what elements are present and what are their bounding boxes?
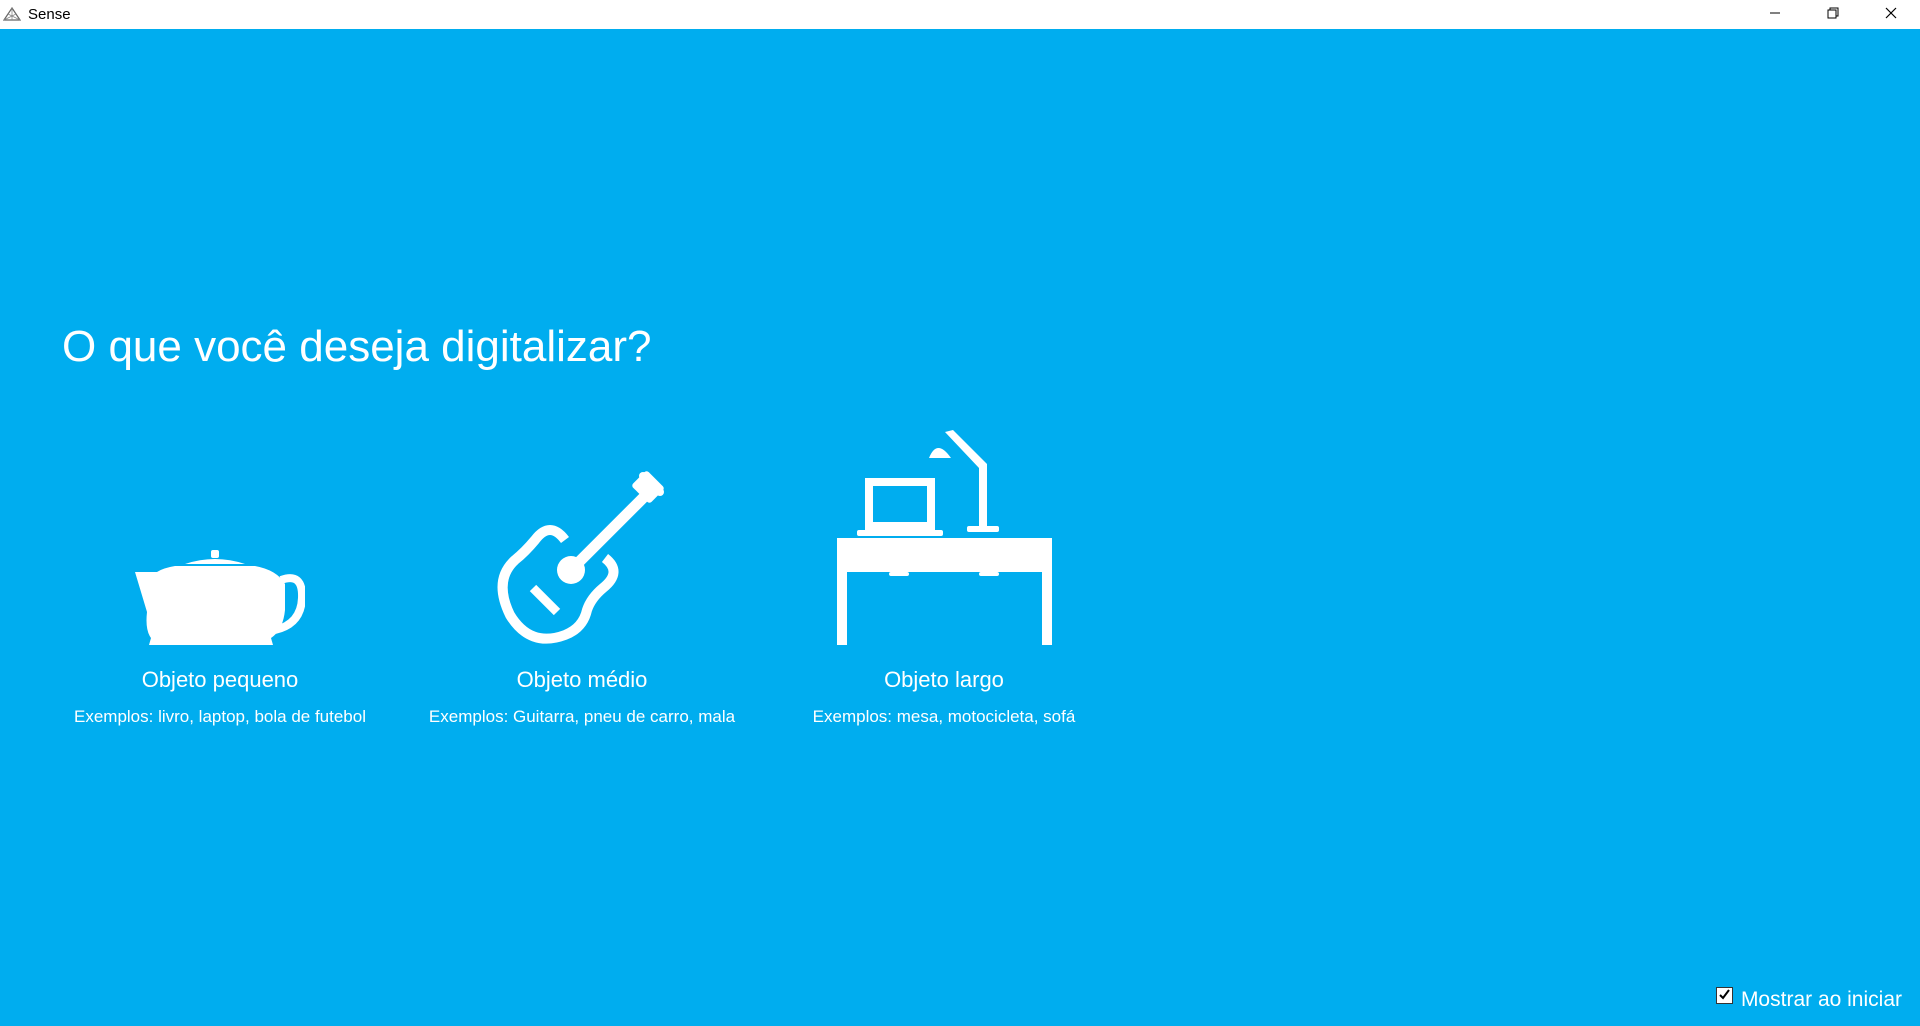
small-object-option[interactable]: Objeto pequeno Exemplos: livro, laptop, … <box>60 430 380 727</box>
page-title: O que você deseja digitalizar? <box>62 322 652 371</box>
option-label: Objeto médio <box>516 667 648 692</box>
close-icon <box>1885 6 1897 24</box>
guitar-icon <box>495 430 670 645</box>
large-object-option[interactable]: Objeto largo Exemplos: mesa, motocicleta… <box>784 430 1104 727</box>
sense-app-icon <box>2 5 22 25</box>
desk-icon <box>836 430 1052 645</box>
checkmark-icon <box>1718 983 1731 1007</box>
restore-icon <box>1827 6 1839 24</box>
minimize-icon <box>1769 6 1781 24</box>
medium-object-option[interactable]: Objeto médio Exemplos: Guitarra, pneu de… <box>422 430 742 727</box>
option-examples: Exemplos: Guitarra, pneu de carro, mala <box>428 707 736 726</box>
window-title: Sense <box>28 6 71 23</box>
option-label: Objeto largo <box>884 667 1004 692</box>
show-on-start-toggle[interactable]: Mostrar ao iniciar <box>1715 986 1902 1012</box>
app-window: Sense O que você deseja digitalizar? Obj… <box>0 0 1920 1026</box>
show-on-start-checkbox[interactable] <box>1715 986 1733 1004</box>
minimize-button[interactable] <box>1746 0 1804 29</box>
option-examples: Exemplos: livro, laptop, bola de futebol <box>73 707 366 726</box>
option-label: Objeto pequeno <box>141 667 299 692</box>
restore-button[interactable] <box>1804 0 1862 29</box>
teapot-icon <box>135 430 305 645</box>
show-on-start-label: Mostrar ao iniciar <box>1740 988 1902 1011</box>
option-examples: Exemplos: mesa, motocicleta, sofá <box>812 707 1076 726</box>
title-bar: Sense <box>0 0 1920 29</box>
close-button[interactable] <box>1862 0 1920 29</box>
window-controls <box>1746 0 1920 29</box>
